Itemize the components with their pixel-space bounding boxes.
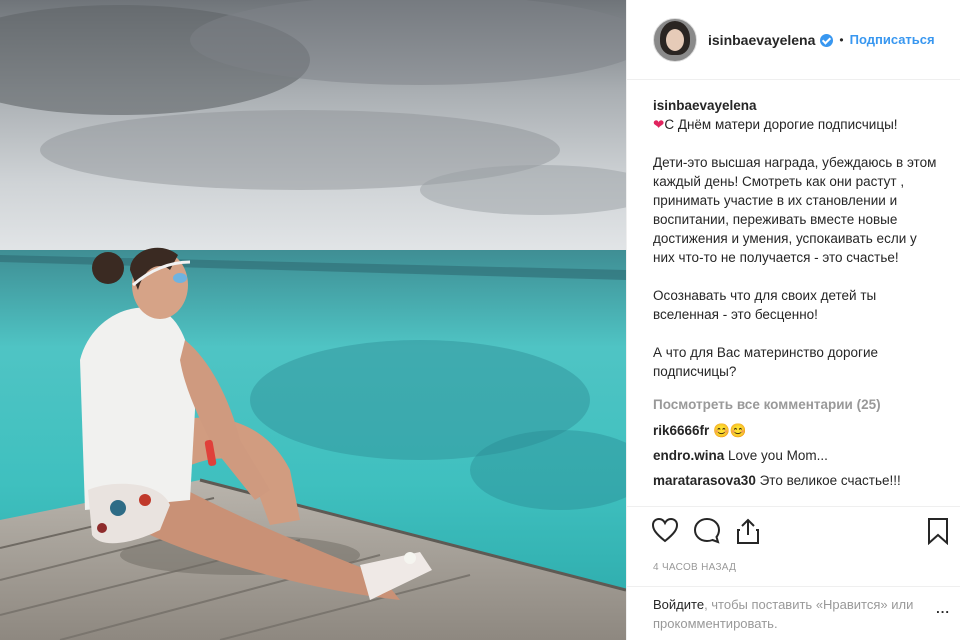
- caption-paragraph-2: Дети-это высшая награда, убеждаюсь в это…: [653, 155, 937, 265]
- comment-text: Это великое счастье!!!: [759, 473, 901, 488]
- comment-username[interactable]: endro.wina: [653, 448, 724, 463]
- share-icon[interactable]: [735, 517, 761, 550]
- post-header: isinbaevayelena • Подписаться: [627, 0, 960, 80]
- post-photo[interactable]: [0, 0, 626, 640]
- avatar-face: [666, 28, 684, 51]
- comment-username[interactable]: maratarasova30: [653, 473, 756, 488]
- comment-item: endro.wina Love you Mom...: [653, 446, 940, 465]
- comment-username[interactable]: rik6666fr: [653, 423, 709, 438]
- post-comments: isinbaevayelena ❤С Днём матери дорогие п…: [627, 80, 960, 490]
- login-link[interactable]: Войдите: [653, 597, 704, 612]
- comment-text: Love you Mom...: [728, 448, 828, 463]
- caption-paragraph-3: Осознавать что для своих детей ты вселен…: [653, 288, 877, 322]
- header-separator: •: [839, 32, 844, 47]
- avatar[interactable]: [653, 17, 697, 62]
- header-username[interactable]: isinbaevayelena: [708, 32, 815, 48]
- comment-icon[interactable]: [693, 517, 721, 550]
- verified-icon: [820, 34, 834, 47]
- comment-item: maratarasova30 Это великое счастье!!!: [653, 471, 940, 490]
- action-bar: [627, 506, 960, 557]
- caption: isinbaevayelena ❤С Днём матери дорогие п…: [653, 96, 940, 381]
- caption-paragraph-4: А что для Вас материнство дорогие подпис…: [653, 345, 879, 379]
- caption-username[interactable]: isinbaevayelena: [653, 96, 940, 115]
- view-all-comments-link[interactable]: Посмотреть все комментарии (25): [653, 395, 940, 414]
- heart-emoji: ❤: [653, 117, 665, 132]
- instagram-post: isinbaevayelena • Подписаться isinbaevay…: [0, 0, 960, 640]
- more-options-button[interactable]: ...: [936, 599, 950, 618]
- follow-button[interactable]: Подписаться: [850, 32, 935, 47]
- login-prompt: Войдите, чтобы поставить «Нравится» или …: [627, 586, 960, 640]
- post-timestamp: 4 часов назад: [653, 562, 737, 573]
- caption-paragraph-1: ❤С Днём матери дорогие подписчицы!: [653, 117, 898, 132]
- comment-item: rik6666fr 😊😊: [653, 421, 940, 440]
- bookmark-icon[interactable]: [927, 517, 949, 550]
- heart-icon[interactable]: [651, 517, 679, 548]
- beach-photo-image: [0, 0, 626, 640]
- comment-text: 😊😊: [713, 423, 747, 438]
- post-sidebar: isinbaevayelena • Подписаться isinbaevay…: [626, 0, 960, 640]
